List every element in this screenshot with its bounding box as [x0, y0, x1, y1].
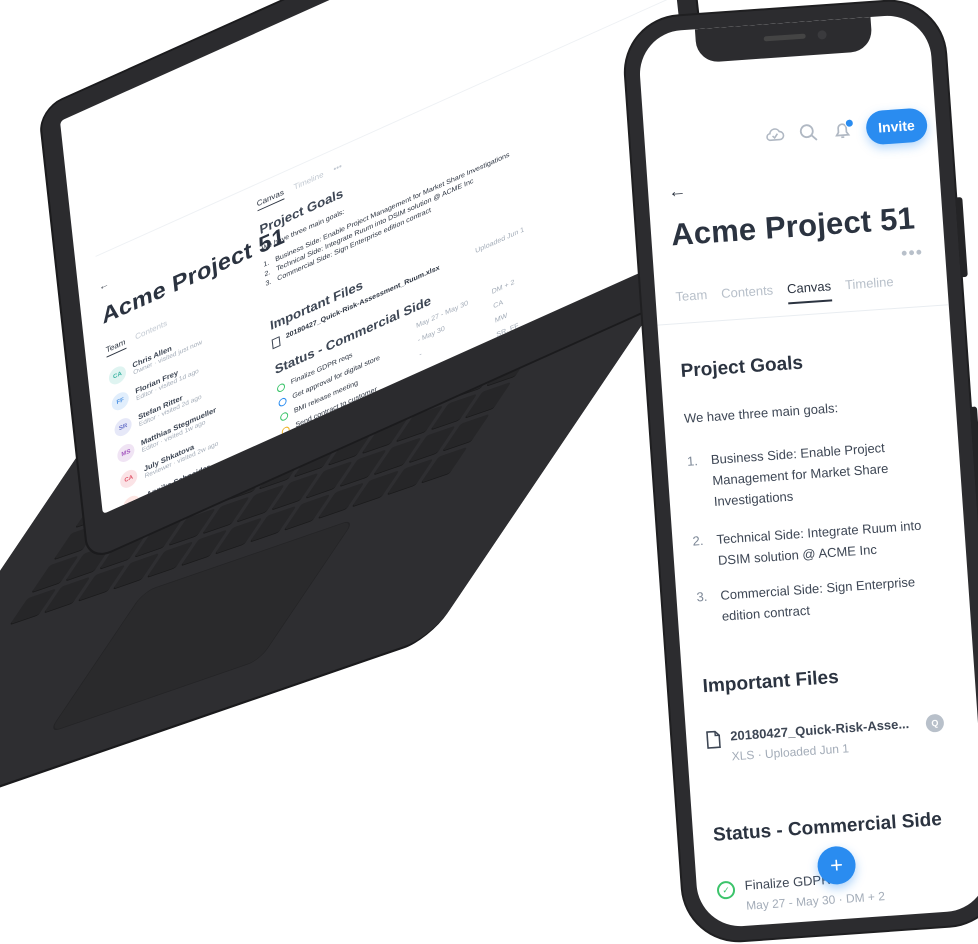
task-meta: May 27 - May 30 · DM + 2	[745, 889, 886, 913]
phone-side-button	[955, 196, 968, 278]
pending-icon[interactable]	[281, 425, 291, 437]
tab-bar: Team Contents Canvas Timeline	[675, 274, 895, 312]
more-icon[interactable]: •••	[333, 162, 343, 177]
phone-frame: Invite ← Acme Project 51 ••• Team Conten…	[622, 0, 978, 944]
phone-notch	[694, 16, 873, 64]
tab-timeline[interactable]: Timeline	[844, 274, 894, 300]
tab-canvas[interactable]: Canvas	[256, 187, 285, 212]
task-label: Finalize GDPR	[744, 871, 832, 893]
avatar: CA	[119, 466, 139, 491]
file-badge: Q	[925, 713, 945, 733]
tab-timeline[interactable]: Timeline	[293, 170, 324, 195]
more-icon[interactable]: •••	[900, 242, 923, 264]
phone-side-button	[969, 406, 978, 527]
tab-contents[interactable]: Contents	[721, 282, 775, 309]
file-icon	[271, 336, 281, 350]
avatar: AS	[122, 492, 141, 515]
goals-intro: We have three main goals:	[683, 400, 839, 426]
goals-heading: Project Goals	[680, 352, 804, 383]
notification-dot	[844, 118, 855, 128]
phone-screen: Invite ← Acme Project 51 ••• Team Conten…	[637, 12, 978, 930]
back-arrow-icon[interactable]: ←	[667, 180, 686, 202]
file-icon	[706, 730, 721, 749]
goal-item: 1. Business Side: Enable Project Manageme…	[686, 440, 889, 510]
check-icon[interactable]: ✓	[716, 880, 736, 900]
files-heading: Important Files	[702, 666, 840, 698]
check-icon[interactable]	[276, 382, 286, 394]
check-icon[interactable]	[279, 410, 289, 423]
status-heading: Status - Commercial Side	[712, 808, 943, 846]
search-icon[interactable]	[798, 122, 819, 143]
tab-contents[interactable]: Contents	[135, 319, 168, 345]
tab-team[interactable]: Team	[675, 287, 708, 312]
avatar: SR	[113, 415, 133, 440]
goal-item: 2. Technical Side: Integrate Ruum into DS…	[264, 177, 474, 279]
task-row[interactable]: ✓ Finalize GDPR May 27 - May 30 · DM + 2	[716, 868, 885, 915]
invite-button[interactable]: Invite	[865, 107, 928, 146]
page-title: Acme Project 51	[669, 200, 917, 253]
goal-item: 3. Commercial Side: Sign Enterprise editi…	[695, 574, 916, 624]
bell-icon[interactable]	[832, 118, 855, 141]
progress-icon[interactable]	[278, 396, 287, 408]
avatar: CA	[108, 363, 127, 388]
avatar: FF	[110, 389, 130, 414]
cloud-check-icon[interactable]	[764, 124, 785, 145]
goal-item: 2. Technical Side: Integrate Ruum into DS…	[692, 517, 922, 568]
back-button[interactable]: ←	[98, 278, 109, 293]
page-title: Acme Project 51	[100, 221, 286, 329]
avatar: MS	[116, 441, 136, 465]
tab-canvas[interactable]: Canvas	[786, 278, 833, 305]
front-camera	[817, 30, 827, 40]
file-item[interactable]: 20180427_Quick-Risk-Asse... XLS · Upload…	[706, 713, 960, 765]
tab-team[interactable]: Team	[105, 337, 127, 358]
speaker	[763, 33, 806, 42]
